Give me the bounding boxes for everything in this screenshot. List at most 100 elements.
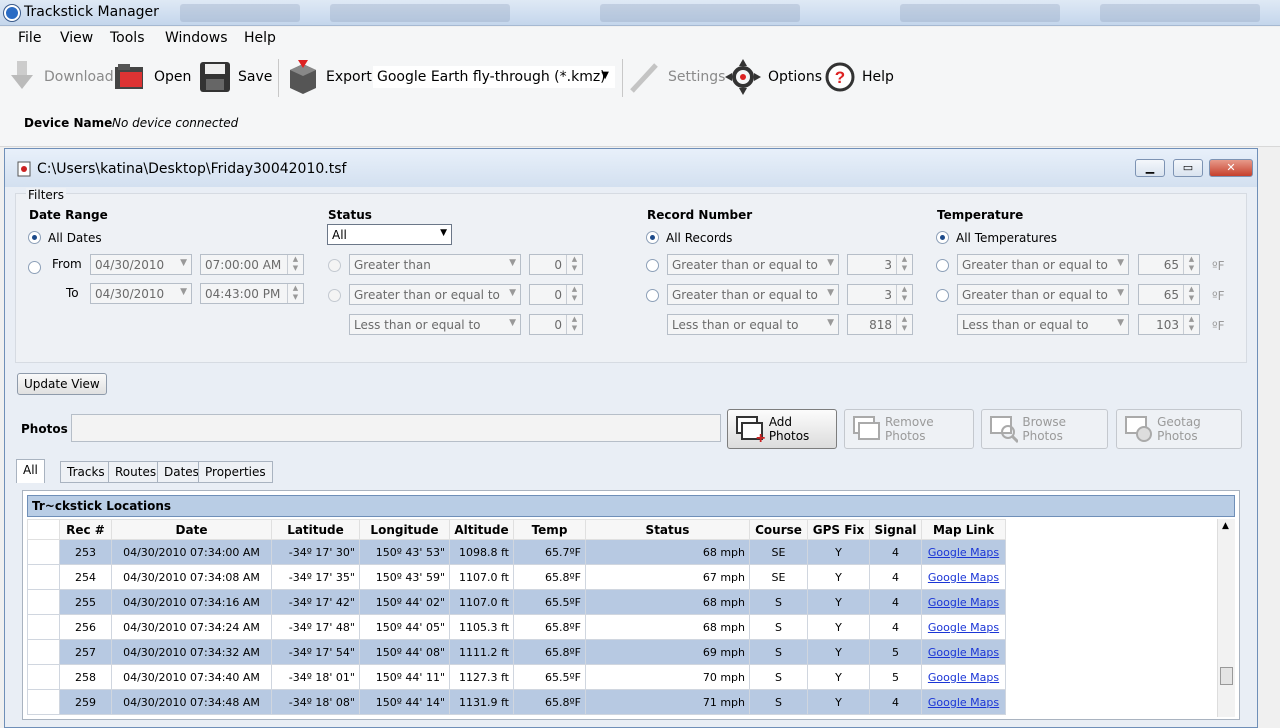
record-val-3[interactable]: 818 ▲ ▼: [847, 314, 913, 335]
all-records-radio[interactable]: [646, 231, 659, 244]
row-selector[interactable]: [27, 664, 60, 690]
date-range-radio[interactable]: [28, 261, 41, 274]
table-row[interactable]: 256 04/30/2010 07:34:24 AM -34º 17' 48" 150…: [27, 614, 1006, 640]
menu-file[interactable]: File: [18, 30, 41, 46]
table-row[interactable]: 254 04/30/2010 07:34:08 AM -34º 17' 35" 150…: [27, 564, 1006, 590]
remove-photos-button[interactable]: Remove Photos: [844, 409, 974, 449]
status-op-3[interactable]: Less than or equal to ▼: [349, 314, 521, 335]
google-maps-link[interactable]: Google Maps: [928, 671, 999, 684]
spinner-icon[interactable]: ▲ ▼: [566, 315, 582, 334]
column-header[interactable]: GPS Fix: [807, 519, 870, 540]
record-op-2[interactable]: Greater than or equal to ▼: [667, 284, 839, 305]
help-button[interactable]: ? Help: [824, 57, 894, 97]
column-header[interactable]: Latitude: [271, 519, 360, 540]
column-header[interactable]: Signal: [869, 519, 922, 540]
tab-routes[interactable]: Routes: [108, 461, 164, 483]
spinner-icon[interactable]: ▲ ▼: [566, 285, 582, 304]
temp-op-3[interactable]: Less than or equal to ▼: [957, 314, 1129, 335]
status-op-2[interactable]: Greater than or equal to ▼: [349, 284, 521, 305]
record-val-2[interactable]: 3 ▲ ▼: [847, 284, 913, 305]
scroll-up-icon[interactable]: ▲: [1222, 521, 1229, 531]
download-button[interactable]: Download: [8, 57, 114, 97]
close-button[interactable]: ✕: [1209, 159, 1253, 177]
column-header[interactable]: Temp: [513, 519, 586, 540]
status-val-3[interactable]: 0 ▲ ▼: [529, 314, 583, 335]
photos-path-field[interactable]: [71, 414, 721, 442]
status-val-2[interactable]: 0 ▲ ▼: [529, 284, 583, 305]
background-window-tab[interactable]: [330, 4, 510, 22]
status-greater-radio[interactable]: [328, 259, 341, 272]
browse-photos-button[interactable]: Browse Photos: [981, 409, 1108, 449]
menu-tools[interactable]: Tools: [110, 30, 145, 46]
spinner-icon[interactable]: ▲ ▼: [1183, 285, 1199, 304]
temp-op-2[interactable]: Greater than or equal to ▼: [957, 284, 1129, 305]
record-val-1[interactable]: 3 ▲ ▼: [847, 254, 913, 275]
status-op-1[interactable]: Greater than ▼: [349, 254, 521, 275]
all-temperatures-radio[interactable]: [936, 231, 949, 244]
geotag-photos-button[interactable]: Geotag Photos: [1116, 409, 1242, 449]
google-maps-link[interactable]: Google Maps: [928, 596, 999, 609]
google-maps-link[interactable]: Google Maps: [928, 696, 999, 709]
row-selector[interactable]: [27, 564, 60, 590]
export-button[interactable]: Export: [286, 57, 372, 97]
tab-properties[interactable]: Properties: [198, 461, 273, 483]
temp-val-1[interactable]: 65 ▲ ▼: [1138, 254, 1200, 275]
menu-help[interactable]: Help: [244, 30, 276, 46]
google-maps-link[interactable]: Google Maps: [928, 646, 999, 659]
row-selector[interactable]: [27, 639, 60, 665]
background-window-tab[interactable]: [180, 4, 300, 22]
from-time-field[interactable]: 07:00:00 AM ▲ ▼: [200, 254, 304, 275]
google-maps-link[interactable]: Google Maps: [928, 621, 999, 634]
table-row[interactable]: 253 04/30/2010 07:34:00 AM -34º 17' 30" 150…: [27, 539, 1006, 565]
row-selector[interactable]: [27, 614, 60, 640]
all-dates-radio[interactable]: [28, 231, 41, 244]
column-header[interactable]: Status: [585, 519, 750, 540]
spinner-icon[interactable]: ▲ ▼: [896, 315, 912, 334]
update-view-button[interactable]: Update View: [17, 373, 107, 395]
open-button[interactable]: Open: [112, 57, 191, 97]
minimize-button[interactable]: ▁: [1135, 159, 1165, 177]
temp-greater-radio[interactable]: [936, 259, 949, 272]
google-maps-link[interactable]: Google Maps: [928, 571, 999, 584]
scroll-thumb[interactable]: [1220, 667, 1233, 685]
temp-op-1[interactable]: Greater than or equal to ▼: [957, 254, 1129, 275]
spinner-icon[interactable]: ▲ ▼: [1183, 315, 1199, 334]
tab-tracks[interactable]: Tracks: [60, 461, 112, 483]
menu-windows[interactable]: Windows: [165, 30, 228, 46]
record-greater-radio[interactable]: [646, 259, 659, 272]
status-val-1[interactable]: 0 ▲ ▼: [529, 254, 583, 275]
background-window-tab[interactable]: [600, 4, 800, 22]
column-header[interactable]: Altitude: [449, 519, 514, 540]
add-photos-button[interactable]: + Add Photos: [727, 409, 837, 449]
menu-view[interactable]: View: [60, 30, 93, 46]
column-header[interactable]: Rec #: [59, 519, 112, 540]
maximize-button[interactable]: ▭: [1173, 159, 1203, 177]
table-row[interactable]: 259 04/30/2010 07:34:48 AM -34º 18' 08" 150…: [27, 689, 1006, 715]
spinner-icon[interactable]: ▲ ▼: [287, 255, 303, 274]
table-row[interactable]: 258 04/30/2010 07:34:40 AM -34º 18' 01" 150…: [27, 664, 1006, 690]
tab-all[interactable]: All: [16, 459, 45, 483]
temp-val-2[interactable]: 65 ▲ ▼: [1138, 284, 1200, 305]
spinner-icon[interactable]: ▲ ▼: [566, 255, 582, 274]
row-selector[interactable]: [27, 689, 60, 715]
spinner-icon[interactable]: ▲ ▼: [896, 285, 912, 304]
row-selector[interactable]: [27, 539, 60, 565]
export-format-select[interactable]: Google Earth fly-through (*.kmz) ▼: [372, 65, 616, 89]
row-selector-header[interactable]: [27, 519, 60, 540]
column-header[interactable]: Longitude: [359, 519, 450, 540]
spinner-icon[interactable]: ▲ ▼: [1183, 255, 1199, 274]
from-date-field[interactable]: 04/30/2010 ▼: [90, 254, 192, 275]
column-header[interactable]: Date: [111, 519, 272, 540]
temp-val-3[interactable]: 103 ▲ ▼: [1138, 314, 1200, 335]
record-op-1[interactable]: Greater than or equal to ▼: [667, 254, 839, 275]
column-header[interactable]: Course: [749, 519, 808, 540]
record-op-3[interactable]: Less than or equal to ▼: [667, 314, 839, 335]
table-row[interactable]: 255 04/30/2010 07:34:16 AM -34º 17' 42" 150…: [27, 589, 1006, 615]
to-date-field[interactable]: 04/30/2010 ▼: [90, 283, 192, 304]
record-between-radio[interactable]: [646, 289, 659, 302]
spinner-icon[interactable]: ▲ ▼: [287, 284, 303, 303]
status-select[interactable]: All ▼: [327, 224, 452, 245]
settings-button[interactable]: Settings: [628, 57, 725, 97]
temp-between-radio[interactable]: [936, 289, 949, 302]
save-button[interactable]: Save: [198, 57, 272, 97]
